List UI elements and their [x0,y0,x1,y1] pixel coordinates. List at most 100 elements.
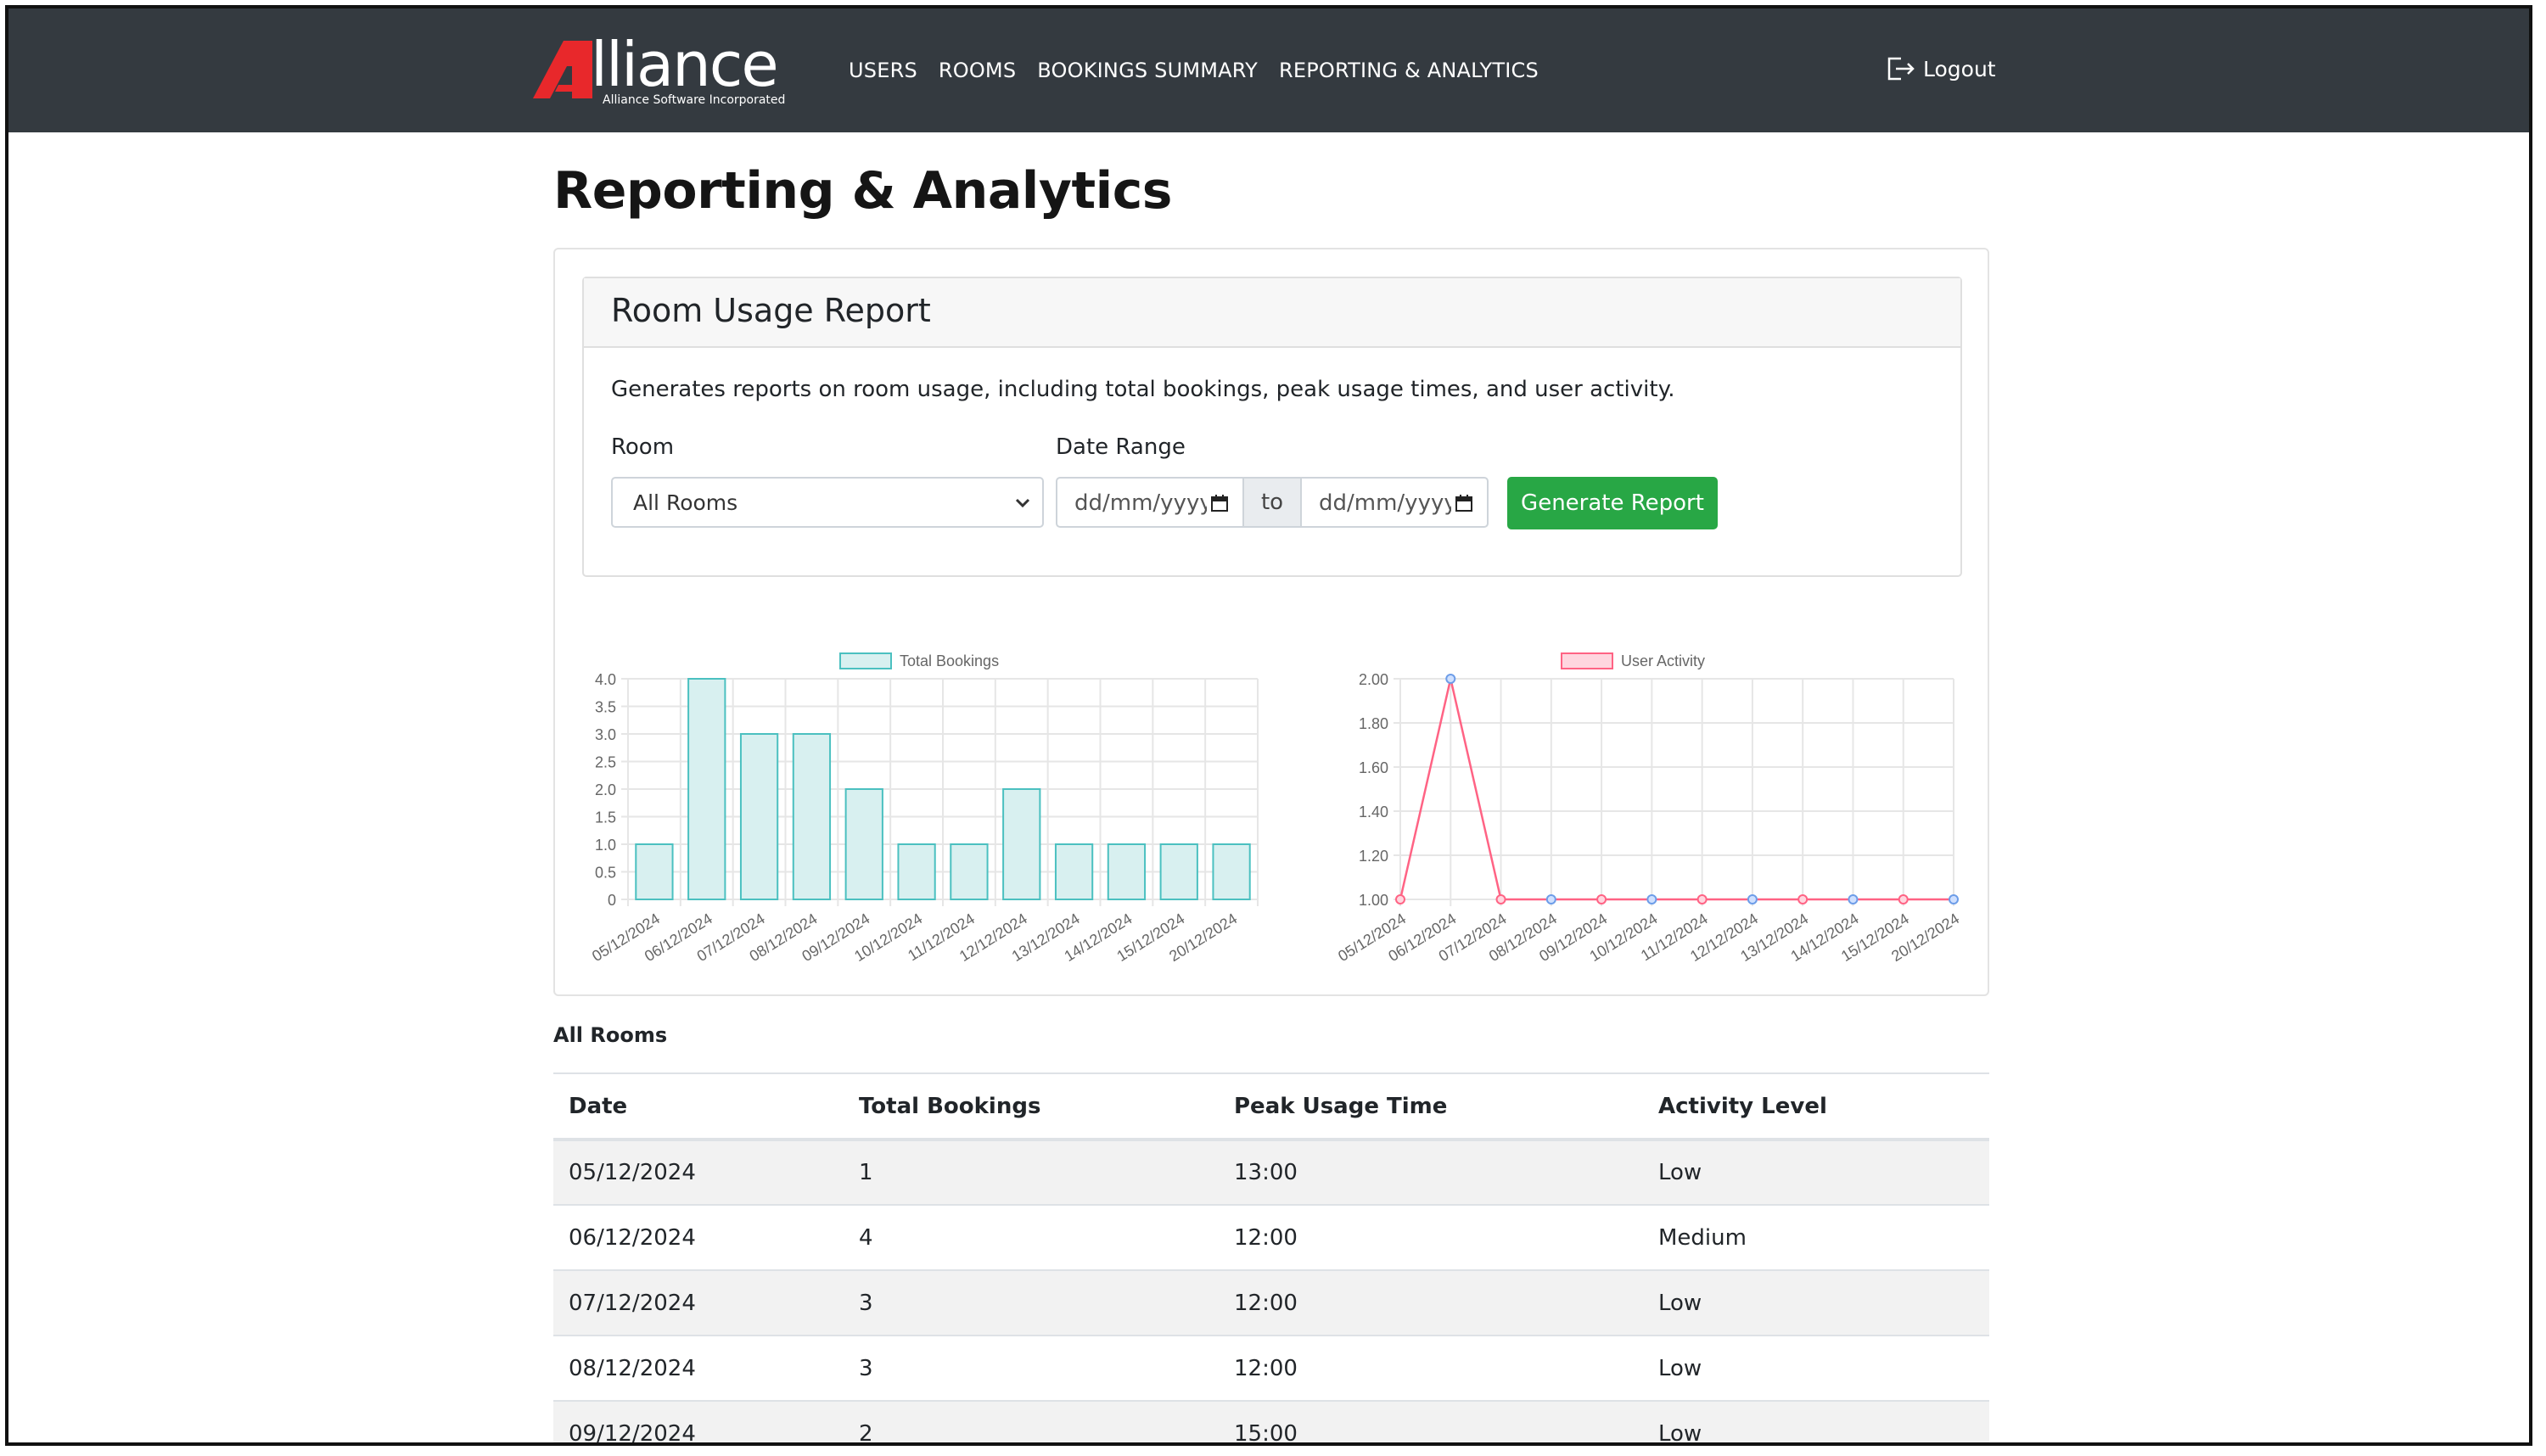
nav-bookings-summary[interactable]: BOOKINGS SUMMARY [1037,59,1258,82]
legend-swatch [1561,652,1613,669]
cell-date: 09/12/2024 [553,1400,844,1442]
alliance-a-icon [533,41,592,98]
cell-peak-usage-time: 12:00 [1219,1335,1643,1401]
bar [1212,843,1251,900]
column-header-activity-level: Activity Level [1643,1072,1989,1141]
data-point [1696,894,1708,904]
column-header-peak-usage-time: Peak Usage Time [1219,1072,1643,1141]
cell-activity-level: Low [1643,1139,1989,1205]
y-tick-label: 2.0 [595,781,616,798]
legend-label: User Activity [1621,652,1705,669]
calendar-icon [1455,495,1472,512]
room-select-value: All Rooms [633,490,738,515]
bar [1159,843,1198,900]
room-label: Room [611,434,675,460]
y-tick-label: 2.5 [595,754,616,771]
bar [792,733,832,900]
cell-activity-level: Medium [1643,1204,1989,1270]
nav-rooms[interactable]: ROOMS [939,59,1016,82]
generate-report-button[interactable]: Generate Report [1507,477,1718,529]
date-to-input[interactable]: dd/mm/yyyy [1300,477,1489,528]
chart-legend: Total Bookings [839,652,999,669]
table-row: 05/12/2024 1 13:00 Low [553,1139,1989,1205]
y-tick-label: 1.60 [1359,759,1388,776]
cell-peak-usage-time: 12:00 [1219,1269,1643,1336]
bar [1054,843,1094,900]
y-tick-label: 1.20 [1359,848,1388,865]
y-tick-label: 0 [608,892,616,909]
cell-total-bookings: 4 [844,1204,1219,1270]
legend-swatch [839,652,892,669]
report-description: Generates reports on room usage, includi… [611,377,1675,402]
table-row: 08/12/2024 3 12:00 Low [553,1335,1989,1401]
main-nav: USERS ROOMS BOOKINGS SUMMARY REPORTING &… [849,8,1560,132]
chevron-down-icon [1015,498,1030,508]
y-tick-label: 1.00 [1359,892,1388,909]
logout-label: Logout [1923,56,1996,81]
report-title: Room Usage Report [611,292,931,329]
report-card-header: Room Usage Report [584,278,1960,348]
logout-icon [1887,57,1915,81]
table-header-row: Date Total Bookings Peak Usage Time Acti… [553,1072,1989,1141]
calendar-icon [1211,495,1228,512]
data-point [1646,894,1657,904]
brand-logo[interactable]: lliance Alliance Software Incorporated [533,29,785,107]
user-activity-chart: 2.001.801.601.401.201.00User Activity05/… [1335,652,1962,965]
table-row: 09/12/2024 2 15:00 Low [553,1400,1989,1442]
usage-table: Date Total Bookings Peak Usage Time Acti… [553,1072,1989,1442]
cell-total-bookings: 2 [844,1400,1219,1442]
bar [1107,843,1147,900]
column-header-total-bookings: Total Bookings [844,1072,1219,1141]
y-tick-label: 0.5 [595,865,616,882]
y-tick-label: 3.5 [595,699,616,716]
column-header-date: Date [553,1072,844,1141]
table-row: 06/12/2024 4 12:00 Medium [553,1204,1989,1270]
y-tick-label: 1.80 [1359,715,1388,732]
cell-date: 06/12/2024 [553,1204,844,1270]
cell-date: 05/12/2024 [553,1139,844,1205]
date-range-label: Date Range [1056,434,1186,460]
date-separator: to [1244,477,1300,528]
brand-subtitle: Alliance Software Incorporated [603,93,786,107]
chart-legend: User Activity [1561,652,1705,669]
cell-total-bookings: 3 [844,1269,1219,1336]
cell-total-bookings: 3 [844,1335,1219,1401]
brand-name: lliance [591,29,779,100]
data-point [1747,894,1758,904]
y-tick-label: 1.0 [595,837,616,854]
table-row: 07/12/2024 3 12:00 Low [553,1269,1989,1336]
bar [687,678,726,900]
data-point [1545,894,1556,904]
nav-users[interactable]: USERS [849,59,917,82]
series-line [1399,678,1954,901]
y-tick-label: 3.0 [595,726,616,743]
cell-date: 07/12/2024 [553,1269,844,1336]
bar [635,843,674,900]
page-title: Reporting & Analytics [553,161,1173,221]
bar [897,843,936,900]
legend-label: Total Bookings [900,652,999,669]
data-point [1949,894,1959,904]
room-usage-report-card: Room Usage Report Generates reports on r… [582,277,1962,577]
top-navbar: lliance Alliance Software Incorporated U… [8,8,2529,132]
y-tick-label: 4.0 [595,671,616,688]
cell-peak-usage-time: 12:00 [1219,1204,1643,1270]
date-from-input[interactable]: dd/mm/yyyy [1056,477,1244,528]
date-from-placeholder: dd/mm/yyyy [1074,490,1207,516]
cell-total-bookings: 1 [844,1139,1219,1205]
cell-activity-level: Low [1643,1400,1989,1442]
date-range-group: dd/mm/yyyy to dd/mm/yyyy [1056,477,1489,528]
app-frame: lliance Alliance Software Incorporated U… [5,5,2532,1446]
bar [844,788,883,900]
cell-activity-level: Low [1643,1269,1989,1336]
data-point [1445,674,1456,684]
room-select[interactable]: All Rooms [611,477,1044,528]
y-tick-label: 1.40 [1359,804,1388,820]
bar [739,733,779,900]
table-caption: All Rooms [553,1023,668,1047]
cell-date: 08/12/2024 [553,1335,844,1401]
logout-link[interactable]: Logout [1886,56,1996,81]
cell-peak-usage-time: 15:00 [1219,1400,1643,1442]
data-point [1495,894,1506,904]
nav-reporting-analytics[interactable]: REPORTING & ANALYTICS [1279,59,1539,82]
